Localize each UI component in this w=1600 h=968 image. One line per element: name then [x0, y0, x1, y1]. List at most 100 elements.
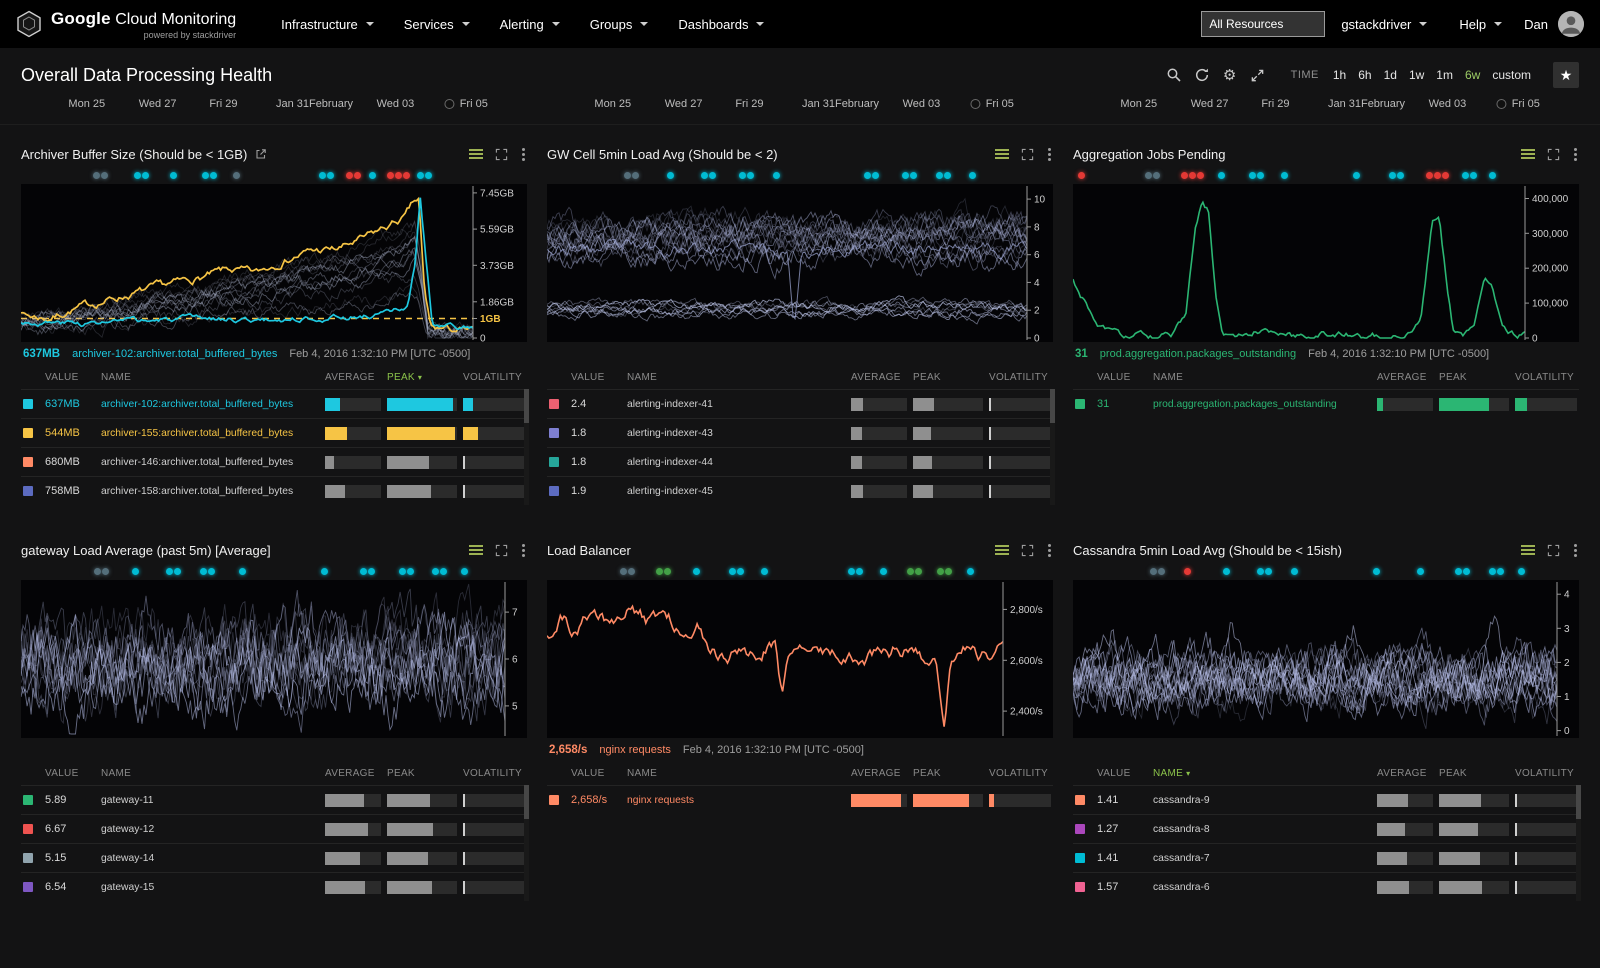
column-header-peak[interactable]: PEAK	[387, 768, 457, 779]
panel-fullscreen-icon[interactable]	[495, 148, 508, 161]
column-header-value[interactable]: VALUE	[1097, 768, 1147, 779]
event-dot[interactable]	[1373, 568, 1380, 575]
event-dot[interactable]	[132, 568, 139, 575]
cell-name[interactable]: nginx requests	[627, 795, 845, 806]
cell-name[interactable]: archiver-158:archiver.total_buffered_byt…	[101, 486, 319, 497]
event-dot[interactable]	[1489, 568, 1504, 575]
table-row[interactable]: 544MB archiver-155:archiver.total_buffer…	[21, 418, 527, 447]
column-header-name[interactable]: NAME	[101, 372, 319, 383]
event-dot[interactable]	[1281, 172, 1288, 179]
event-dot[interactable]	[864, 172, 879, 179]
refresh-icon[interactable]	[1191, 65, 1213, 85]
more-options-icon[interactable]	[1046, 146, 1053, 163]
event-dot[interactable]	[399, 568, 414, 575]
more-options-icon[interactable]	[1572, 542, 1579, 559]
metric-name[interactable]: nginx requests	[599, 744, 671, 756]
panel-fullscreen-icon[interactable]	[1547, 148, 1560, 161]
event-dot[interactable]	[969, 172, 976, 179]
column-header-volatility[interactable]: VOLATILITY	[463, 768, 525, 779]
time-range-custom[interactable]: custom	[1486, 65, 1537, 85]
legend-list-icon[interactable]	[1521, 147, 1535, 161]
column-header-average[interactable]: AVERAGE	[325, 768, 381, 779]
event-dot[interactable]	[1489, 172, 1496, 179]
resources-filter-input[interactable]	[1201, 11, 1325, 37]
column-header-value[interactable]: VALUE	[571, 768, 621, 779]
table-scrollbar[interactable]	[524, 389, 529, 505]
event-dot[interactable]	[761, 568, 768, 575]
event-dot[interactable]	[739, 172, 754, 179]
column-header-value[interactable]: VALUE	[45, 372, 95, 383]
chart-cassandra-load-avg[interactable]: 43210	[1073, 580, 1579, 738]
cell-name[interactable]: archiver-146:archiver.total_buffered_byt…	[101, 457, 319, 468]
table-row[interactable]: 1.41 cassandra-9	[1073, 785, 1579, 814]
event-dot[interactable]	[624, 172, 639, 179]
event-dot[interactable]	[233, 172, 240, 179]
more-options-icon[interactable]	[520, 542, 527, 559]
event-dot[interactable]	[1353, 172, 1360, 179]
event-dot[interactable]	[848, 568, 863, 575]
time-range-1d[interactable]: 1d	[1378, 65, 1403, 85]
external-link-icon[interactable]	[255, 148, 267, 160]
column-header-value[interactable]: VALUE	[1097, 372, 1147, 383]
column-header-peak[interactable]: PEAK▾	[387, 372, 457, 383]
account-menu[interactable]: gstackdriver	[1325, 17, 1443, 32]
event-dot[interactable]	[360, 568, 375, 575]
event-dot[interactable]	[461, 568, 468, 575]
event-dot[interactable]	[200, 568, 215, 575]
column-header-average[interactable]: AVERAGE	[1377, 372, 1433, 383]
cell-name[interactable]: cassandra-6	[1153, 882, 1371, 893]
cell-name[interactable]: cassandra-8	[1153, 824, 1371, 835]
time-range-6h[interactable]: 6h	[1352, 65, 1377, 85]
event-dot[interactable]	[1218, 172, 1225, 179]
event-dot[interactable]	[417, 172, 432, 179]
panel-fullscreen-icon[interactable]	[495, 544, 508, 557]
event-dot[interactable]	[1462, 172, 1477, 179]
event-dot[interactable]	[667, 172, 674, 179]
cell-name[interactable]: alerting-indexer-43	[627, 428, 845, 439]
event-dot[interactable]	[773, 172, 780, 179]
event-dot[interactable]	[1078, 172, 1085, 179]
column-header-average[interactable]: AVERAGE	[851, 768, 907, 779]
event-dot[interactable]	[1257, 568, 1272, 575]
table-row[interactable]: 31 prod.aggregation.packages_outstanding	[1073, 389, 1579, 418]
event-dot[interactable]	[1455, 568, 1470, 575]
table-scrollbar[interactable]	[1576, 785, 1581, 901]
time-range-1h[interactable]: 1h	[1327, 65, 1352, 85]
table-row[interactable]: 2,658/s nginx requests	[547, 785, 1053, 814]
legend-list-icon[interactable]	[1521, 543, 1535, 557]
event-dot[interactable]	[1291, 568, 1298, 575]
app-logo[interactable]: Google Cloud Monitoring powered by stack…	[16, 9, 236, 40]
chart-load-balancer[interactable]: 2,800/s2,600/s2,400/s	[547, 580, 1053, 738]
event-dot[interactable]	[967, 568, 974, 575]
column-header-name[interactable]: NAME▾	[1153, 768, 1371, 779]
nav-services[interactable]: Services	[389, 11, 485, 38]
panel-fullscreen-icon[interactable]	[1021, 544, 1034, 557]
table-row[interactable]: 1.9 alerting-indexer-45	[547, 476, 1053, 505]
column-header-value[interactable]: VALUE	[45, 768, 95, 779]
table-row[interactable]: 5.15 gateway-14	[21, 843, 527, 872]
event-dot[interactable]	[432, 568, 447, 575]
nav-infrastructure[interactable]: Infrastructure	[266, 11, 389, 38]
cell-name[interactable]: alerting-indexer-41	[627, 399, 845, 410]
cell-name[interactable]: cassandra-9	[1153, 795, 1371, 806]
event-dot[interactable]	[1518, 568, 1525, 575]
event-dot[interactable]	[321, 568, 328, 575]
legend-list-icon[interactable]	[469, 147, 483, 161]
event-dot[interactable]	[880, 568, 887, 575]
column-header-volatility[interactable]: VOLATILITY	[989, 768, 1051, 779]
event-dot[interactable]	[936, 172, 951, 179]
event-dot[interactable]	[656, 568, 671, 575]
table-row[interactable]: 6.54 gateway-15	[21, 872, 527, 901]
column-header-name[interactable]: NAME	[101, 768, 319, 779]
event-dot[interactable]	[937, 568, 952, 575]
cell-name[interactable]: gateway-14	[101, 853, 319, 864]
cell-name[interactable]: gateway-15	[101, 882, 319, 893]
metric-name[interactable]: prod.aggregation.packages_outstanding	[1100, 348, 1296, 360]
nav-dashboards[interactable]: Dashboards	[663, 11, 779, 38]
event-dot[interactable]	[134, 172, 149, 179]
table-row[interactable]: 637MB archiver-102:archiver.total_buffer…	[21, 389, 527, 418]
legend-list-icon[interactable]	[995, 147, 1009, 161]
event-dot[interactable]	[239, 568, 246, 575]
nav-groups[interactable]: Groups	[575, 11, 664, 38]
time-range-1m[interactable]: 1m	[1430, 65, 1459, 85]
